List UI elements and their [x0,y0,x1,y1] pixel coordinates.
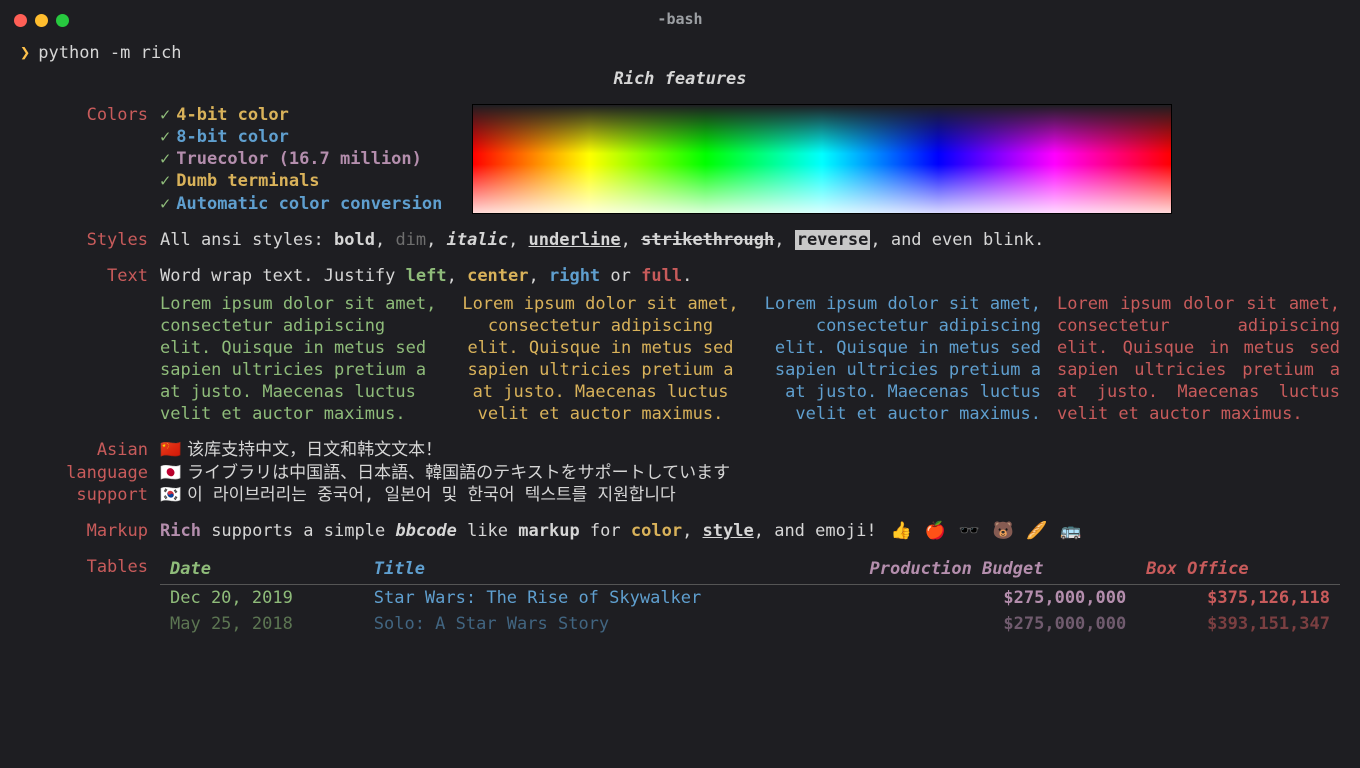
style-strike: strikethrough [641,230,774,250]
colors-item-text: Automatic color conversion [176,194,442,214]
check-icon: ✓ [160,171,170,191]
asian-zh: 🇨🇳 该库支持中文，日文和韩文文本！ [160,439,1340,461]
cell-date: May 25, 2018 [160,611,364,637]
style-underline: underline [529,230,621,250]
page-title: Rich features [20,68,1340,90]
emoji-icons: 👍 🍎 🕶️ 🐻 🥖 🚌 [891,521,1086,540]
asian-ko: 🇰🇷 이 라이브러리는 중국어, 일본어 및 한국어 텍스트를 지원합니다 [160,484,1340,506]
markup-text: supports a simple [201,521,395,541]
flag-kr-icon: 🇰🇷 [160,484,181,506]
colors-row: ✓ 4-bit color ✓ 8-bit color ✓ Truecolor (16.7… [160,104,1340,214]
text-or: or [600,266,641,286]
movies-table: Date Title Production Budget Box Office … [160,558,1340,637]
style-italic: italic [447,230,508,250]
colors-item-text: Truecolor (16.7 million) [176,149,422,169]
lorem-center: Lorem ipsum dolor sit amet, consectetur … [459,293,742,426]
lorem-left: Lorem ipsum dolor sit amet, consectetur … [160,293,443,426]
label-tables: Tables [20,556,150,637]
cell-title: Solo: A Star Wars Story [364,611,860,637]
traffic-lights [14,14,69,27]
text-period: . [682,266,692,286]
asian-row: 🇨🇳 该库支持中文，日文和韩文文本！ 🇯🇵 ライブラリは中国語、日本語、韓国語の… [160,439,1340,505]
colors-item: ✓ 4-bit color [160,104,442,126]
col-box: Box Office [1136,558,1340,585]
check-icon: ✓ [160,105,170,125]
col-budget: Production Budget [859,558,1136,585]
style-dim: dim [395,230,426,250]
maximize-icon[interactable] [56,14,69,27]
markup-row: Rich supports a simple bbcode like marku… [160,520,1340,542]
justify-left: left [406,266,447,286]
colors-list: ✓ 4-bit color ✓ 8-bit color ✓ Truecolor (16.7… [160,104,442,214]
lorem-right: Lorem ipsum dolor sit amet, consectetur … [758,293,1041,426]
cell-box: $375,126,118 [1136,584,1340,611]
markup-style: style [703,521,754,541]
titlebar: -bash [0,0,1360,40]
colors-item-text: 4-bit color [176,105,289,125]
markup-word: markup [518,521,579,541]
colors-item-text: 8-bit color [176,127,289,147]
label-text: Text [20,265,150,426]
style-bold: bold [334,230,375,250]
justify-full: full [641,266,682,286]
asian-ja: 🇯🇵 ライブラリは中国語、日本語、韓国語のテキストをサポートしています [160,462,1340,484]
colors-item: ✓ Truecolor (16.7 million) [160,148,442,170]
flag-jp-icon: 🇯🇵 [160,462,181,484]
col-date: Date [160,558,364,585]
feature-grid: Colors ✓ 4-bit color ✓ 8-bit color ✓ Truecolo… [20,104,1340,637]
check-icon: ✓ [160,194,170,214]
table-row: Dec 20, 2019Star Wars: The Rise of Skywa… [160,584,1340,611]
cell-date: Dec 20, 2019 [160,584,364,611]
markup-color: color [631,521,682,541]
minimize-icon[interactable] [35,14,48,27]
markup-rich: Rich [160,521,201,541]
flag-cn-icon: 🇨🇳 [160,439,181,461]
prompt-line: ❯ python -m rich [20,42,1340,64]
cell-budget: $275,000,000 [859,611,1136,637]
styles-prefix: All ansi styles: [160,230,334,250]
table-row: May 25, 2018Solo: A Star Wars Story$275,… [160,611,1340,637]
close-icon[interactable] [14,14,27,27]
tables-row: Date Title Production Budget Box Office … [160,556,1340,637]
prompt-symbol: ❯ [20,43,30,63]
prompt-command: python -m rich [38,43,181,63]
justify-right: right [549,266,600,286]
text-prefix: Word wrap text. Justify [160,266,406,286]
check-icon: ✓ [160,127,170,147]
cell-budget: $275,000,000 [859,584,1136,611]
text-row: Word wrap text. Justify left, center, ri… [160,265,1340,426]
label-markup: Markup [20,520,150,542]
check-icon: ✓ [160,149,170,169]
label-styles: Styles [20,229,150,251]
asian-ko-text: 이 라이브러리는 중국어, 일본어 및 한국어 텍스트를 지원합니다 [187,484,676,506]
terminal-body[interactable]: ❯ python -m rich Rich features Colors ✓ 4-… [0,40,1360,637]
table-header-row: Date Title Production Budget Box Office [160,558,1340,585]
colors-item: ✓ Automatic color conversion [160,193,442,215]
colors-item: ✓ 8-bit color [160,126,442,148]
lorem-row: Lorem ipsum dolor sit amet, consectetur … [160,293,1340,426]
justify-center: center [467,266,528,286]
asian-zh-text: 该库支持中文，日文和韩文文本！ [187,439,442,461]
colors-item-text: Dumb terminals [176,171,319,191]
colors-item: ✓ Dumb terminals [160,170,442,192]
col-title: Title [364,558,860,585]
label-colors: Colors [20,104,150,214]
window-title: -bash [657,10,702,30]
styles-suffix: , and even blink. [870,230,1044,250]
styles-row: All ansi styles: bold, dim, italic, unde… [160,229,1340,251]
color-spectrum [472,104,1172,214]
lorem-full: Lorem ipsum dolor sit amet, consectetur … [1057,293,1340,426]
cell-title: Star Wars: The Rise of Skywalker [364,584,860,611]
cell-box: $393,151,347 [1136,611,1340,637]
label-asian: Asian language support [20,439,150,505]
terminal-window: -bash ❯ python -m rich Rich features Colo… [0,0,1360,768]
asian-ja-text: ライブラリは中国語、日本語、韓国語のテキストをサポートしています [187,462,730,484]
markup-bbcode: bbcode [395,521,456,541]
style-reverse: reverse [795,230,871,250]
